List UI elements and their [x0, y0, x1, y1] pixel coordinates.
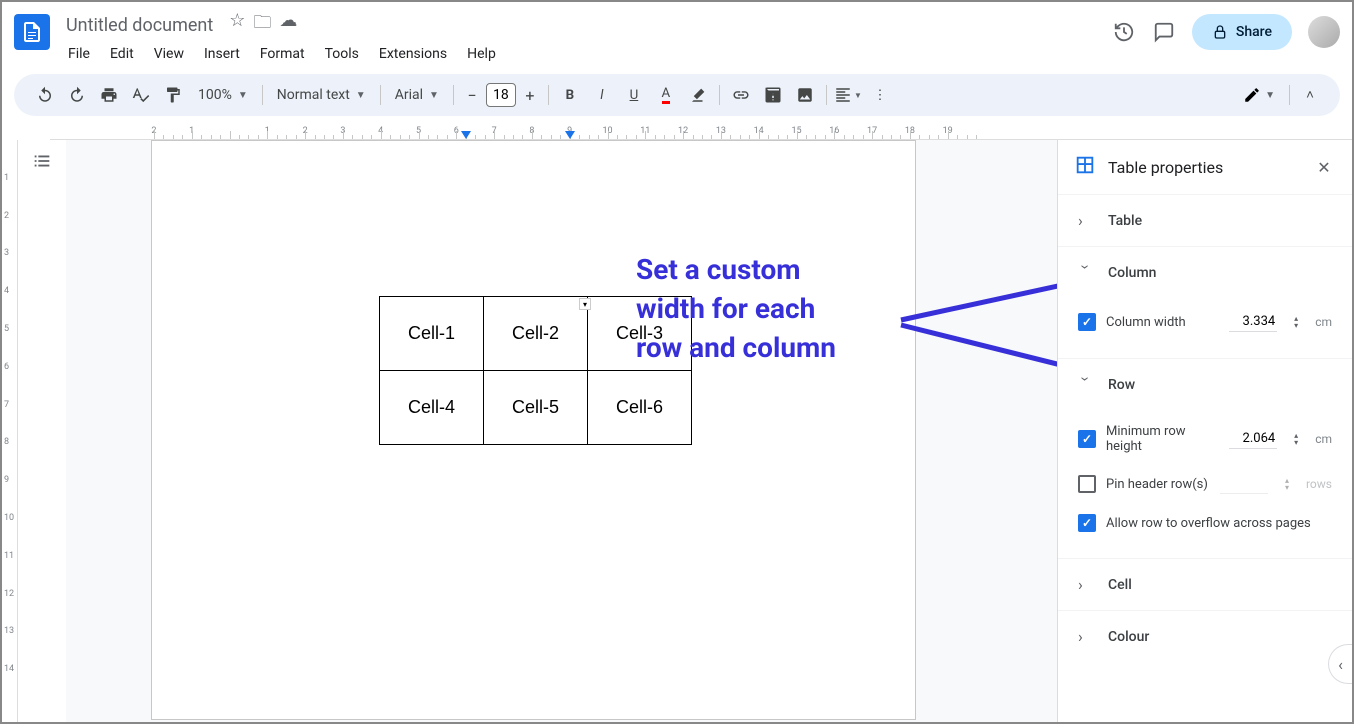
menu-extensions[interactable]: Extensions [371, 42, 455, 66]
style-select[interactable]: Normal text▼ [269, 83, 374, 107]
table-cell[interactable]: Cell-6 [588, 371, 692, 445]
align-button[interactable]: ▼ [833, 80, 863, 110]
menu-view[interactable]: View [146, 42, 192, 66]
text-color-button[interactable]: A [651, 80, 681, 110]
chevron-down-icon: › [1077, 377, 1096, 393]
more-button[interactable]: ⋮ [865, 80, 895, 110]
menu-file[interactable]: File [60, 42, 98, 66]
move-icon[interactable]: 🗀 [253, 10, 271, 40]
min-row-height-input[interactable] [1229, 429, 1277, 449]
table-cell[interactable]: Cell-5 [484, 371, 588, 445]
pin-header-checkbox[interactable] [1078, 475, 1096, 493]
menu-tools[interactable]: Tools [317, 42, 367, 66]
stepper-down[interactable]: ▾ [1291, 440, 1301, 446]
stepper-down[interactable]: ▾ [1282, 485, 1292, 491]
section-colour[interactable]: › Colour [1058, 611, 1352, 662]
unit-label: cm [1315, 315, 1332, 329]
menu-format[interactable]: Format [252, 42, 313, 66]
horizontal-ruler[interactable]: 2112345678910111213141516171819 [50, 124, 1352, 140]
overflow-checkbox[interactable] [1078, 514, 1096, 532]
column-width-checkbox[interactable] [1078, 313, 1096, 331]
table-cell[interactable]: Cell-2 [484, 297, 588, 371]
pin-header-input[interactable] [1220, 474, 1268, 494]
table-icon [1074, 154, 1096, 180]
unit-label: cm [1315, 432, 1332, 446]
annotation-arrow [896, 260, 1057, 410]
highlight-button[interactable] [683, 80, 713, 110]
cell-dropdown-handle[interactable]: ▾ [579, 298, 591, 310]
italic-button[interactable]: I [587, 80, 617, 110]
avatar[interactable] [1308, 16, 1340, 48]
paint-format-button[interactable] [158, 80, 188, 110]
outline-button[interactable] [31, 150, 53, 176]
print-button[interactable] [94, 80, 124, 110]
cloud-icon[interactable]: ☁ [279, 10, 297, 40]
section-cell[interactable]: › Cell [1058, 559, 1352, 610]
overflow-label: Allow row to overflow across pages [1106, 516, 1332, 531]
document-page[interactable]: Cell-1 Cell-2 Cell-3 Cell-4 Cell-5 Cell-… [151, 140, 916, 720]
table-cell[interactable]: Cell-4 [380, 371, 484, 445]
editing-mode-button[interactable]: ▼ [1235, 82, 1283, 108]
sidebar-title: Table properties [1108, 158, 1300, 177]
chevron-down-icon: ▼ [356, 90, 366, 101]
bold-button[interactable]: B [555, 80, 585, 110]
comment-button[interactable] [758, 80, 788, 110]
column-width-input[interactable] [1229, 312, 1277, 332]
chevron-right-icon: › [1078, 211, 1094, 230]
section-row[interactable]: › Row [1058, 359, 1352, 410]
star-icon[interactable]: ☆ [229, 10, 245, 40]
underline-button[interactable]: U [619, 80, 649, 110]
docs-logo[interactable] [14, 14, 50, 50]
zoom-select[interactable]: 100%▼ [190, 83, 256, 107]
share-label: Share [1236, 24, 1272, 40]
section-column[interactable]: › Column [1058, 247, 1352, 298]
undo-button[interactable] [30, 80, 60, 110]
column-width-label: Column width [1106, 315, 1219, 330]
lock-icon [1212, 24, 1228, 40]
image-button[interactable] [790, 80, 820, 110]
spellcheck-button[interactable] [126, 80, 156, 110]
pin-header-label: Pin header row(s) [1106, 477, 1210, 492]
collapse-toolbar-button[interactable]: ˄ [1296, 81, 1324, 109]
chevron-down-icon: › [1077, 265, 1096, 281]
toolbar: 100%▼ Normal text▼ Arial▼ − + B I U A ▼ … [14, 74, 1340, 116]
table-properties-sidebar: Table properties ✕ › Table › Column Colu… [1057, 140, 1352, 722]
menu-insert[interactable]: Insert [196, 42, 248, 66]
redo-button[interactable] [62, 80, 92, 110]
annotation-text: Set a custom width for each row and colu… [636, 250, 836, 368]
chevron-right-icon: › [1078, 575, 1094, 594]
chevron-down-icon: ▼ [238, 90, 248, 101]
font-size-input[interactable] [486, 83, 516, 107]
font-size-increase[interactable]: + [518, 83, 542, 107]
comments-icon[interactable] [1152, 20, 1176, 44]
unit-label: rows [1306, 477, 1332, 491]
close-icon[interactable]: ✕ [1312, 155, 1336, 179]
chevron-down-icon: ▼ [429, 90, 439, 101]
menu-help[interactable]: Help [459, 42, 504, 66]
table-cell[interactable]: Cell-1 [380, 297, 484, 371]
share-button[interactable]: Share [1192, 14, 1292, 50]
font-select[interactable]: Arial▼ [387, 83, 447, 107]
chevron-right-icon: › [1078, 627, 1094, 646]
history-icon[interactable] [1112, 20, 1136, 44]
menu-bar: File Edit View Insert Format Tools Exten… [60, 42, 1102, 66]
min-row-height-checkbox[interactable] [1078, 430, 1096, 448]
section-table[interactable]: › Table [1058, 195, 1352, 246]
link-button[interactable] [726, 80, 756, 110]
font-size-decrease[interactable]: − [460, 83, 484, 107]
vertical-ruler[interactable]: 1234567891011121314 [2, 140, 18, 722]
min-row-height-label: Minimum row height [1106, 424, 1219, 454]
stepper-down[interactable]: ▾ [1291, 323, 1301, 329]
document-title[interactable]: Untitled document [60, 13, 219, 38]
menu-edit[interactable]: Edit [102, 42, 142, 66]
